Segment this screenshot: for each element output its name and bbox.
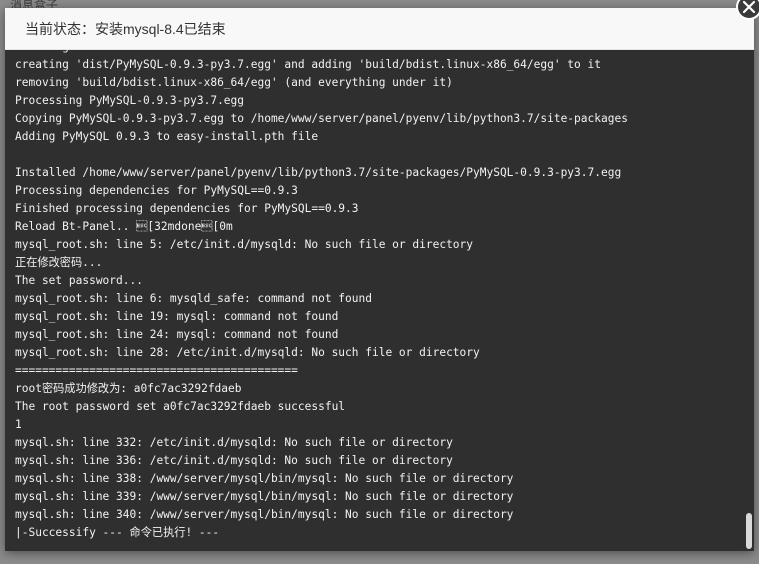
console-line: mysql.sh: line 340: /www/server/mysql/bi…	[15, 508, 514, 521]
console-line: Processing PyMySQL-0.9.3-py3.7.egg	[15, 94, 245, 107]
console-line: Adding PyMySQL 0.9.3 to easy-install.pth…	[15, 130, 319, 143]
console-lines: creating distcreating 'dist/PyMySQL-0.9.…	[15, 50, 740, 542]
dialog-title: 当前状态：安装mysql-8.4已结束	[5, 8, 754, 50]
console-line: The root password set a0fc7ac3292fdaeb s…	[15, 400, 346, 413]
console-line: Reload Bt-Panel.. [32mdone[0m	[15, 220, 233, 233]
console-line: mysql_root.sh: line 24: mysql: command n…	[15, 328, 339, 341]
console-line: Copying PyMySQL-0.9.3-py3.7.egg to /home…	[15, 112, 628, 125]
close-icon	[742, 0, 756, 14]
console-scrollbar[interactable]	[744, 50, 754, 551]
scrollbar-thumb[interactable]	[746, 513, 752, 549]
console-line: mysql_root.sh: line 6: mysqld_safe: comm…	[15, 292, 372, 305]
console-line: The set password...	[15, 274, 143, 287]
console-line: |-Successify --- 命令已执行! ---	[15, 526, 220, 539]
console-line: removing 'build/bdist.linux-x86_64/egg' …	[15, 76, 453, 89]
console-line: mysql.sh: line 338: /www/server/mysql/bi…	[15, 472, 514, 485]
install-log-dialog: 当前状态：安装mysql-8.4已结束 creating distcreatin…	[5, 0, 759, 551]
console-line: mysql_root.sh: line 19: mysql: command n…	[15, 310, 339, 323]
console-line: ========================================…	[15, 364, 298, 377]
console-line: 1	[15, 418, 22, 431]
console-line: mysql.sh: line 336: /etc/init.d/mysqld: …	[15, 454, 453, 467]
console-line: creating 'dist/PyMySQL-0.9.3-py3.7.egg' …	[15, 58, 601, 71]
console-line: mysql_root.sh: line 5: /etc/init.d/mysql…	[15, 238, 474, 251]
console-line: mysql.sh: line 332: /etc/init.d/mysqld: …	[15, 436, 453, 449]
console-line: Finished processing dependencies for PyM…	[15, 202, 359, 215]
console-line: 正在修改密码...	[15, 256, 103, 269]
console-line: root密码成功修改为: a0fc7ac3292fdaeb	[15, 382, 242, 395]
console-line: Processing dependencies for PyMySQL==0.9…	[15, 184, 298, 197]
console-line: mysql_root.sh: line 28: /etc/init.d/mysq…	[15, 346, 480, 359]
console-line: Installed /home/www/server/panel/pyenv/l…	[15, 166, 622, 179]
console-output[interactable]: creating distcreating 'dist/PyMySQL-0.9.…	[5, 50, 754, 551]
console-line: mysql.sh: line 339: /www/server/mysql/bi…	[15, 490, 514, 503]
